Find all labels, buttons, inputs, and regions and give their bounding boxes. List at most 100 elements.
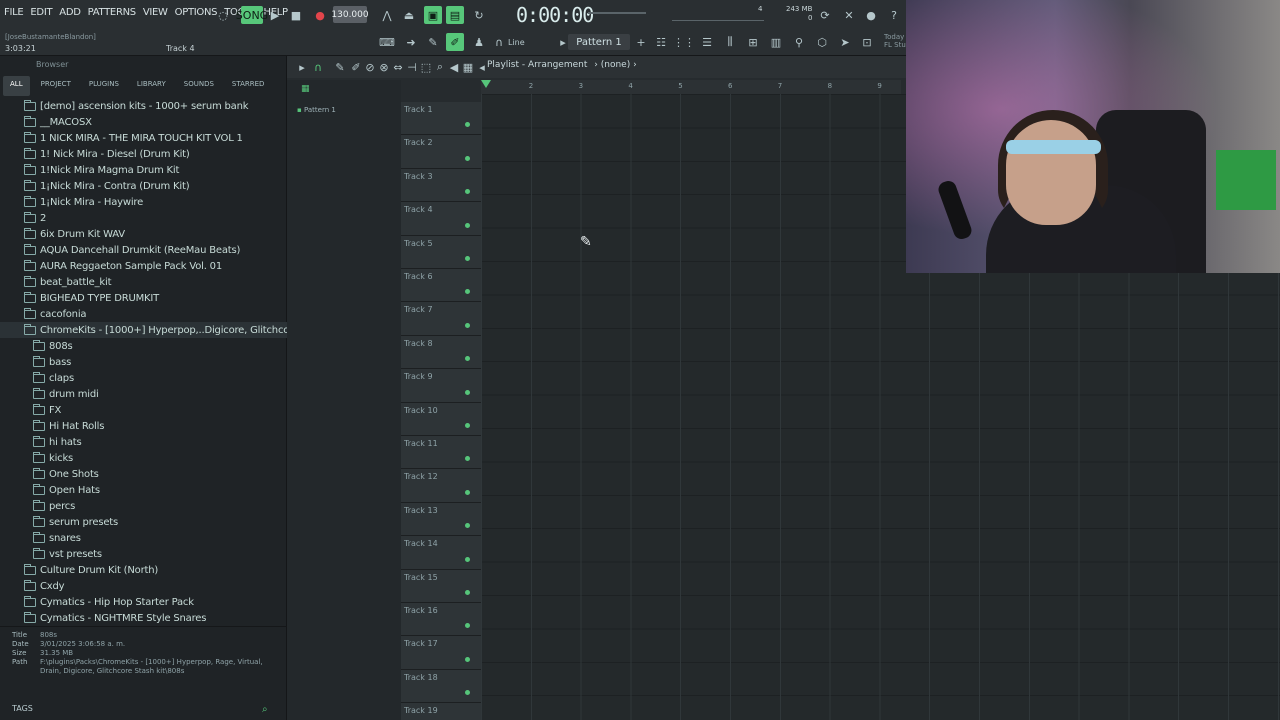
browser-folder-item[interactable]: Hi Hat Rolls bbox=[0, 418, 287, 434]
track-header[interactable]: Track 5 bbox=[401, 235, 481, 269]
browser-folder-item[interactable]: 808s bbox=[0, 338, 287, 354]
track-header[interactable]: Track 12 bbox=[401, 469, 481, 503]
track-enable-led[interactable] bbox=[465, 122, 470, 128]
track-enable-led[interactable] bbox=[465, 556, 470, 562]
browser-folder-item[interactable]: 1¡Nick Mira - Contra (Drum Kit) bbox=[0, 178, 287, 194]
browser-folder-item[interactable]: serum presets bbox=[0, 514, 287, 530]
tags-label[interactable]: TAGS bbox=[12, 704, 33, 713]
track-enable-led[interactable] bbox=[465, 322, 470, 328]
browser-folder-item[interactable]: Culture Drum Kit (North) bbox=[0, 562, 287, 578]
track-header[interactable]: Track 8 bbox=[401, 335, 481, 370]
track-header[interactable]: Track 4 bbox=[401, 202, 481, 236]
keyboard-icon[interactable]: ⌨ bbox=[378, 33, 396, 51]
browser-folder-item[interactable]: BIGHEAD TYPE DRUMKIT bbox=[0, 290, 287, 306]
track-header[interactable]: Track 18 bbox=[401, 669, 481, 704]
track-enable-led[interactable] bbox=[465, 155, 470, 161]
stamp-icon[interactable]: ♟ bbox=[470, 33, 488, 51]
record-button[interactable]: ● bbox=[311, 6, 329, 24]
marketplace-icon[interactable]: ⬡ bbox=[813, 33, 831, 51]
browser-folder-item[interactable]: beat_battle_kit bbox=[0, 274, 287, 290]
track-enable-led[interactable] bbox=[465, 189, 470, 195]
track-enable-led[interactable] bbox=[465, 690, 470, 696]
browser-folder-item[interactable]: 2 bbox=[0, 210, 287, 226]
track-header[interactable]: Track 9 bbox=[401, 369, 481, 403]
tab-all[interactable]: ALL bbox=[3, 76, 30, 96]
browser-folder-item[interactable]: kicks bbox=[0, 450, 287, 466]
track-header[interactable]: Track 6 bbox=[401, 269, 481, 303]
track-header[interactable]: Track 1 bbox=[401, 102, 481, 136]
timeline-ruler[interactable]: 2 3 4 5 6 7 8 9 bbox=[481, 80, 901, 94]
track-enable-led[interactable] bbox=[465, 389, 470, 395]
track-header[interactable]: Track 19 bbox=[401, 703, 481, 720]
browser-folder-item[interactable]: Cymatics - Hip Hop Starter Pack bbox=[0, 594, 287, 610]
add-pattern-icon[interactable]: + bbox=[632, 33, 650, 51]
news-panel[interactable]: Today FL Stu bbox=[884, 33, 906, 49]
master-volume-knob-icon[interactable]: ◌ bbox=[214, 6, 232, 24]
browser-folder-item[interactable]: claps bbox=[0, 370, 287, 386]
track-header[interactable]: Track 13 bbox=[401, 502, 481, 537]
browser-folder-item[interactable]: One Shots bbox=[0, 466, 287, 482]
picker-pattern-item[interactable]: ▪ Pattern 1 bbox=[297, 106, 336, 114]
track-enable-led[interactable] bbox=[465, 222, 470, 228]
browser-folder-item[interactable]: percs bbox=[0, 498, 287, 514]
arrow-right-icon[interactable]: ➜ bbox=[402, 33, 420, 51]
pattern-selector[interactable]: Pattern 1 bbox=[568, 34, 630, 50]
snap-magnet-icon[interactable]: ∩ bbox=[309, 58, 327, 76]
magnet-snap-icon[interactable]: ∩ bbox=[490, 33, 508, 51]
browser-folder-item[interactable]: 1 NICK MIRA - THE MIRA TOUCH KIT VOL 1 bbox=[0, 130, 287, 146]
help-icon[interactable]: ? bbox=[885, 6, 903, 24]
browser-folder-item[interactable]: AQUA Dancehall Drumkit (ReeMau Beats) bbox=[0, 242, 287, 258]
track-enable-led[interactable] bbox=[465, 656, 470, 662]
browser-folder-item[interactable]: __MACOSX bbox=[0, 114, 287, 130]
piano-roll-icon[interactable]: ☰ bbox=[698, 33, 716, 51]
tab-library[interactable]: LIBRARY bbox=[130, 76, 173, 96]
refresh-icon[interactable]: ⟳ bbox=[816, 6, 834, 24]
menu-patterns[interactable]: PATTERNS bbox=[88, 7, 137, 18]
master-pitch-slider[interactable] bbox=[588, 12, 646, 14]
blend-notes-icon[interactable]: ↻ bbox=[470, 6, 488, 24]
track-enable-led[interactable] bbox=[465, 289, 470, 295]
time-display[interactable]: 0:00:00 bbox=[516, 3, 594, 27]
arrangement-name[interactable]: (none) bbox=[601, 60, 630, 70]
plugin-icon[interactable]: ⚲ bbox=[790, 33, 808, 51]
pattern-song-toggle[interactable]: SONG bbox=[236, 6, 268, 24]
track-enable-led[interactable] bbox=[465, 523, 470, 529]
track-enable-led[interactable] bbox=[465, 356, 470, 362]
browser-folder-item[interactable]: AURA Reggaeton Sample Pack Vol. 01 bbox=[0, 258, 287, 274]
track-header[interactable]: Track 17 bbox=[401, 636, 481, 670]
menu-add[interactable]: ADD bbox=[59, 7, 81, 18]
track-header[interactable]: Track 3 bbox=[401, 168, 481, 203]
track-header[interactable]: Track 14 bbox=[401, 536, 481, 570]
cart-icon[interactable]: ⊡ bbox=[858, 33, 876, 51]
browser-folder-item[interactable]: drum midi bbox=[0, 386, 287, 402]
metronome-icon[interactable]: ⋀ bbox=[378, 6, 396, 24]
stop-button[interactable]: ■ bbox=[287, 6, 305, 24]
browser-folder-item[interactable]: 6ix Drum Kit WAV bbox=[0, 226, 287, 242]
tab-project[interactable]: PROJECT bbox=[34, 76, 78, 96]
playlist-icon[interactable]: ☷ bbox=[652, 33, 670, 51]
tab-plugins[interactable]: PLUGINS bbox=[82, 76, 126, 96]
paint-brush-icon[interactable]: ✐ bbox=[446, 33, 464, 51]
browser-folder-item[interactable]: FX bbox=[0, 402, 287, 418]
mixer-icon[interactable]: ⫼ bbox=[721, 33, 739, 51]
picker-tab-icon[interactable]: ▦ bbox=[301, 84, 310, 94]
plugin-picker-icon[interactable]: ▥ bbox=[767, 33, 785, 51]
menu-file[interactable]: FILE bbox=[4, 7, 24, 18]
wait-input-icon[interactable]: ⏏ bbox=[400, 6, 418, 24]
draw-pencil-icon[interactable]: ✎ bbox=[424, 33, 442, 51]
multilink-icon[interactable]: ✕ bbox=[840, 6, 858, 24]
menu-options[interactable]: OPTIONS bbox=[175, 7, 218, 18]
browser-folder-item[interactable]: 1! Nick Mira - Diesel (Drum Kit) bbox=[0, 146, 287, 162]
tab-sounds[interactable]: SOUNDS bbox=[177, 76, 221, 96]
microphone-icon[interactable]: ● bbox=[862, 6, 880, 24]
browser-folder-item[interactable]: 1!Nick Mira Magma Drum Kit bbox=[0, 162, 287, 178]
browser-folder-item[interactable]: 1¡Nick Mira - Haywire bbox=[0, 194, 287, 210]
track-header[interactable]: Track 15 bbox=[401, 569, 481, 603]
browser-folder-item[interactable]: vst presets bbox=[0, 546, 287, 562]
track-header[interactable]: Track 7 bbox=[401, 302, 481, 336]
track-enable-led[interactable] bbox=[465, 589, 470, 595]
track-enable-led[interactable] bbox=[465, 489, 470, 495]
browser-folder-item[interactable]: hi hats bbox=[0, 434, 287, 450]
track-header[interactable]: Track 10 bbox=[401, 402, 481, 436]
playhead-marker[interactable] bbox=[481, 80, 491, 88]
